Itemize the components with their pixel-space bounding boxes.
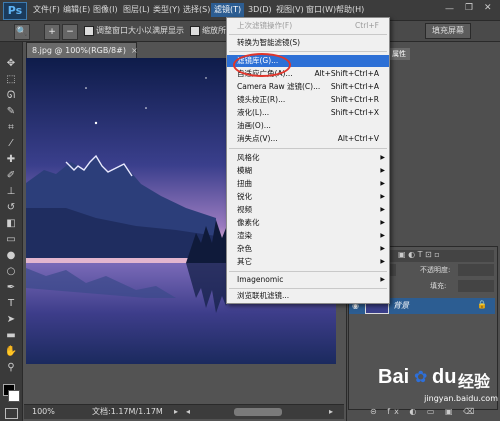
eraser-tool-icon[interactable]: ◧ — [4, 218, 18, 230]
blur-tool-icon[interactable]: ● — [4, 250, 18, 262]
zoom-level[interactable]: 100% — [32, 405, 55, 419]
background-color-swatch[interactable] — [8, 390, 20, 402]
menu-convert-smart-filter[interactable]: 转换为智能滤镜(S) — [227, 37, 389, 49]
path-select-tool-icon[interactable]: ➤ — [4, 314, 18, 326]
layer-name: 背景 — [393, 301, 409, 310]
paw-icon: ✿ — [414, 367, 428, 386]
status-arrow-icon[interactable]: ▸ — [174, 405, 178, 419]
menu-last-filter: 上次滤镜操作(F) Ctrl+F — [237, 21, 379, 30]
lasso-tool-icon[interactable]: ᘏ — [4, 90, 18, 102]
opacity-label: 不透明度: — [420, 266, 451, 274]
opacity-input[interactable] — [458, 264, 494, 276]
zoom-in-icon[interactable]: + — [44, 24, 60, 40]
watermark-url: jingyan.baidu.com — [424, 394, 498, 403]
fill-screen-button[interactable]: 填充屏幕 — [425, 23, 471, 39]
close-document-icon[interactable]: × — [131, 46, 138, 55]
lock-icon: 🔒 — [477, 300, 487, 309]
menu-distort[interactable]: 扭曲 ▶ — [227, 178, 389, 190]
menu-filter[interactable]: 滤镜(T) — [211, 3, 245, 17]
menu-render[interactable]: 渲染 ▶ — [227, 230, 389, 242]
menu-stylize[interactable]: 风格化 ▶ — [227, 152, 389, 164]
marquee-tool-icon[interactable]: ⬚ — [4, 74, 18, 86]
filter-icons[interactable]: ▣ ◐ T ⊡ ▫ — [398, 250, 440, 259]
fill-label: 填充: — [430, 282, 447, 290]
layer-actions-row[interactable]: ⊝ fx ◐ ▭ ▣ ⌫ — [370, 407, 496, 419]
gradient-tool-icon[interactable]: ▭ — [4, 234, 18, 246]
history-brush-tool-icon[interactable]: ↺ — [4, 202, 18, 214]
status-bar: 100% 文档:1.17M/1.17M ▸ ◂ ▸ — [24, 404, 344, 419]
menu-browse-online-filters[interactable]: 浏览联机滤镜... — [227, 290, 389, 302]
photoshop-logo: Ps — [3, 2, 27, 20]
menu-3d[interactable]: 3D(D) — [245, 3, 275, 17]
restore-icon[interactable]: ❐ — [465, 3, 473, 13]
scroll-right-icon[interactable]: ▸ — [329, 405, 333, 419]
zoom-tool-icon[interactable]: 🔍 — [14, 24, 30, 40]
quick-select-tool-icon[interactable]: ✎ — [4, 106, 18, 118]
menu-lens-correction[interactable]: 镜头校正(R)... Shift+Ctrl+R — [227, 94, 389, 106]
zoom-all-checkbox[interactable] — [190, 26, 200, 36]
quick-mask-icon[interactable] — [5, 408, 18, 419]
type-tool-icon[interactable]: T — [4, 298, 18, 310]
minimize-icon[interactable]: — — [445, 4, 454, 14]
menu-vanishing-point[interactable]: 消失点(V)... Alt+Ctrl+V — [227, 133, 389, 145]
document-size-info: 文档:1.17M/1.17M — [92, 407, 163, 416]
document-tab-title: 8.jpg @ 100%(RGB/8#) — [32, 46, 126, 55]
fill-input[interactable] — [458, 280, 494, 292]
zoom-out-icon[interactable]: − — [62, 24, 78, 40]
annotation-circle — [233, 53, 291, 77]
hand-tool-icon[interactable]: ✋ — [4, 346, 18, 358]
menu-select[interactable]: 选择(S) — [180, 3, 213, 17]
close-icon[interactable]: ✕ — [484, 3, 492, 13]
baidu-jingyan-logo: Bai ✿ du 经验 — [378, 366, 491, 391]
resize-windows-label: 调整窗口大小以满屏显示 — [96, 26, 184, 35]
menu-blur[interactable]: 模糊 ▶ — [227, 165, 389, 177]
menu-imagenomic[interactable]: Imagenomic ▶ — [227, 274, 389, 286]
menu-type[interactable]: 类型(Y) — [150, 3, 183, 17]
menu-other[interactable]: 其它 ▶ — [227, 256, 389, 268]
menu-view[interactable]: 视图(V) — [273, 3, 307, 17]
move-tool-icon[interactable]: ✥ — [4, 58, 18, 70]
horizontal-scrollbar-thumb[interactable] — [234, 408, 282, 416]
menu-liquify[interactable]: 液化(L)... Shift+Ctrl+X — [227, 107, 389, 119]
menu-camera-raw-filter[interactable]: Camera Raw 滤镜(C)... Shift+Ctrl+A — [227, 81, 389, 93]
menu-image[interactable]: 图像(I) — [90, 3, 121, 17]
brush-tool-icon[interactable]: ✐ — [4, 170, 18, 182]
menu-pixelate[interactable]: 像素化 ▶ — [227, 217, 389, 229]
eyedropper-tool-icon[interactable]: ⁄ — [4, 138, 18, 150]
menu-oil-paint[interactable]: 油画(O)... — [227, 120, 389, 132]
shape-tool-icon[interactable]: ▬ — [4, 330, 18, 342]
menu-edit[interactable]: 编辑(E) — [60, 3, 93, 17]
menu-noise[interactable]: 杂色 ▶ — [227, 243, 389, 255]
tools-panel: ✥ ⬚ ᘏ ✎ ⌗ ⁄ ✚ ✐ ⊥ ↺ ◧ ▭ ● ○ ✒ T ➤ ▬ ✋ ⚲ — [0, 42, 23, 421]
healing-brush-tool-icon[interactable]: ✚ — [4, 154, 18, 166]
pen-tool-icon[interactable]: ✒ — [4, 282, 18, 294]
menu-layer[interactable]: 图层(L) — [120, 3, 153, 17]
zoom-tool-sidebar-icon[interactable]: ⚲ — [4, 362, 18, 374]
document-tab[interactable]: 8.jpg @ 100%(RGB/8#) × — [26, 42, 138, 58]
menu-sharpen[interactable]: 锐化 ▶ — [227, 191, 389, 203]
menu-file[interactable]: 文件(F) — [30, 3, 63, 17]
menu-video[interactable]: 视频 ▶ — [227, 204, 389, 216]
resize-windows-checkbox[interactable] — [84, 26, 94, 36]
scroll-left-icon[interactable]: ◂ — [186, 405, 190, 419]
crop-tool-icon[interactable]: ⌗ — [4, 122, 18, 134]
menu-help[interactable]: 帮助(H) — [333, 3, 367, 17]
tab-properties[interactable]: 属性 — [388, 48, 410, 60]
dodge-tool-icon[interactable]: ○ — [4, 266, 18, 278]
clone-stamp-tool-icon[interactable]: ⊥ — [4, 186, 18, 198]
